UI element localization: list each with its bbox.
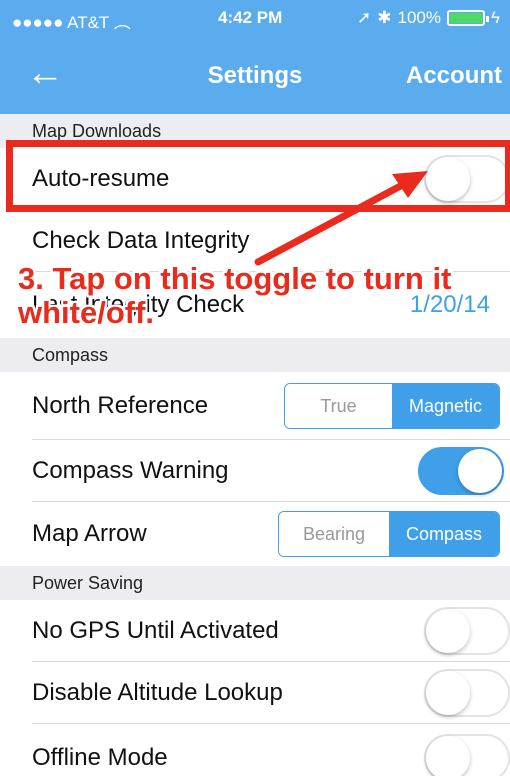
annotation-arrow-icon	[254, 171, 428, 266]
annotation-text: 3. Tap on this toggle to turn it white/o…	[18, 261, 452, 330]
